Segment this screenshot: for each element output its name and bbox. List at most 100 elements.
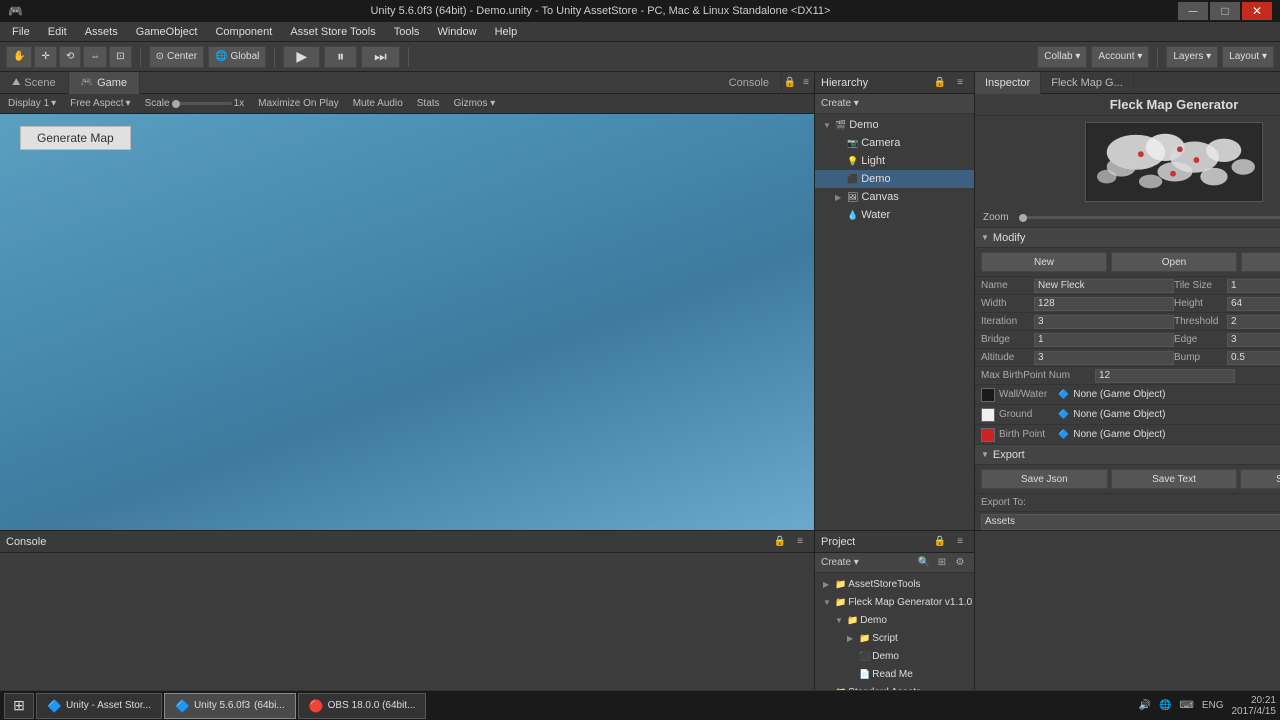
hierarchy-create-btn[interactable]: Create ▾ [821,98,859,109]
step-btn[interactable]: ⏭ [361,46,400,68]
minimize-btn[interactable]: ─ [1178,2,1208,20]
menu-component[interactable]: Component [207,22,280,42]
close-btn[interactable]: ✕ [1242,2,1272,20]
stats-btn[interactable]: Stats [413,98,444,109]
taskbar-unity-editor[interactable]: 🔷 Unity 5.6.0f3 (64bi... [164,693,296,719]
global-toggle[interactable]: 🌐 Global [208,46,266,68]
account-btn[interactable]: Account ▾ [1091,46,1149,68]
project-settings[interactable]: ⚙ [952,555,968,571]
inspector-tab[interactable]: Inspector [975,72,1041,94]
project-fleck-demo[interactable]: ▼ 📁 Demo [815,611,974,629]
menu-tools[interactable]: Tools [386,22,428,42]
ground-swatch[interactable] [981,408,995,422]
tree-light[interactable]: 💡 Light [815,152,974,170]
save-prefab-btn[interactable]: Save Prefab [1240,469,1280,489]
console-menu[interactable]: ≡ [792,534,808,550]
taskbar-unity-asset[interactable]: 🔷 Unity - Asset Stor... [36,693,162,719]
project-lock[interactable]: 🔒 [932,534,948,550]
new-btn[interactable]: New [981,252,1107,272]
save-text-btn[interactable]: Save Text [1111,469,1238,489]
hierarchy-menu[interactable]: ≡ [952,75,968,91]
taskbar-obs[interactable]: 🔴 OBS 18.0.0 (64bit... [298,693,427,719]
tilesize-input[interactable] [1227,279,1280,293]
maximize-play[interactable]: Maximize On Play [254,98,343,109]
tray-icon-sound[interactable]: 🔊 [1138,700,1150,711]
project-standard-assets[interactable]: ▶ 📁 Standard Assets [815,683,974,690]
fleck-tab[interactable]: Fleck Map G... [1041,72,1134,94]
tray-icon-keyboard[interactable]: ⌨ [1179,700,1193,711]
move-tool[interactable]: ✛ [34,46,56,68]
modify-section-header[interactable]: ▼ Modify [975,228,1280,248]
layout-btn[interactable]: Layout ▾ [1222,46,1274,68]
export-path-input[interactable] [981,514,1280,530]
menu-gameobject[interactable]: GameObject [128,22,206,42]
panel-menu[interactable]: ≡ [798,75,814,91]
tree-camera[interactable]: 📷 Camera [815,134,974,152]
project-readme[interactable]: 📄 Read Me [815,665,974,683]
tree-canvas[interactable]: ▶ 🖼 Canvas [815,188,974,206]
project-create-btn[interactable]: Create ▾ [821,557,859,568]
scene-tab[interactable]: ⛰ Scene [0,72,69,94]
menu-assets[interactable]: Assets [77,22,126,42]
project-demo-scene[interactable]: ⬛ Demo [815,647,974,665]
scale-slider[interactable] [172,102,232,105]
generate-map-button[interactable]: Generate Map [20,126,131,150]
project-split[interactable]: ⊞ [934,555,950,571]
center-toggle[interactable]: ⊙ Center [149,46,204,68]
threshold-input[interactable] [1227,315,1280,329]
save-json-btn[interactable]: Save Json [981,469,1108,489]
console-lock[interactable]: 🔒 [772,534,788,550]
wall-water-swatch[interactable] [981,388,995,402]
height-input[interactable] [1227,297,1280,311]
menu-file[interactable]: File [4,22,38,42]
menu-assetstoretools[interactable]: Asset Store Tools [282,22,383,42]
hierarchy-lock[interactable]: 🔒 [932,75,948,91]
project-fleck[interactable]: ▼ 📁 Fleck Map Generator v1.1.0 [815,593,974,611]
refresh-btn[interactable]: Refresh [1241,252,1280,272]
name-input[interactable] [1034,279,1174,293]
bump-input[interactable] [1227,351,1280,365]
bridge-input[interactable] [1034,333,1174,347]
export-section-header[interactable]: ▼ Export [975,445,1280,465]
rect-tool[interactable]: ⊡ [109,46,131,68]
tree-demo-obj[interactable]: ⬛ Demo [815,170,974,188]
game-tab[interactable]: 🎮 Game [69,72,140,94]
width-input[interactable] [1034,297,1174,311]
edge-input[interactable] [1227,333,1280,347]
hand-tool[interactable]: ✋ [6,46,32,68]
project-menu[interactable]: ≡ [952,534,968,550]
panel-lock[interactable]: 🔒 [782,75,798,91]
project-script[interactable]: ▶ 📁 Script [815,629,974,647]
pause-btn[interactable]: ⏸ [324,46,357,68]
maximize-btn[interactable]: □ [1210,2,1240,20]
start-btn[interactable]: ⊞ [4,693,34,719]
menu-edit[interactable]: Edit [40,22,75,42]
birthpoint-swatch[interactable] [981,428,995,442]
maxbirth-input[interactable] [1095,369,1235,383]
display-select[interactable]: Display 1 ▾ [4,98,60,109]
gizmos-btn[interactable]: Gizmos ▾ [450,98,500,109]
project-search[interactable]: 🔍 [916,555,932,571]
map-preview [1085,122,1263,202]
collab-btn[interactable]: Collab ▾ [1037,46,1087,68]
menu-window[interactable]: Window [429,22,484,42]
tree-demo-scene[interactable]: ▼ 🎬 Demo [815,116,974,134]
altitude-input[interactable] [1034,351,1174,365]
taskbar-clock[interactable]: 20:21 2017/4/15 [1232,695,1277,717]
console-tab[interactable]: Console [717,72,782,94]
open-btn[interactable]: Open [1111,252,1237,272]
language-indicator[interactable]: ENG [1202,700,1224,711]
scale-tool[interactable]: ⇔ [83,46,107,68]
mute-audio[interactable]: Mute Audio [349,98,407,109]
tray-icon-network[interactable]: 🌐 [1159,700,1171,711]
project-assetstoretools[interactable]: ▶ 📁 AssetStoreTools [815,575,974,593]
aspect-select[interactable]: Free Aspect ▾ [66,98,134,109]
play-btn[interactable]: ▶ [283,46,320,68]
menu-help[interactable]: Help [487,22,526,42]
layers-btn[interactable]: Layers ▾ [1166,46,1218,68]
rotate-tool[interactable]: ⟲ [59,46,81,68]
tree-water[interactable]: 💧 Water [815,206,974,224]
iteration-input[interactable] [1034,315,1174,329]
scale-control[interactable]: Scale 1x [141,98,249,109]
zoom-slider[interactable] [1019,216,1280,219]
